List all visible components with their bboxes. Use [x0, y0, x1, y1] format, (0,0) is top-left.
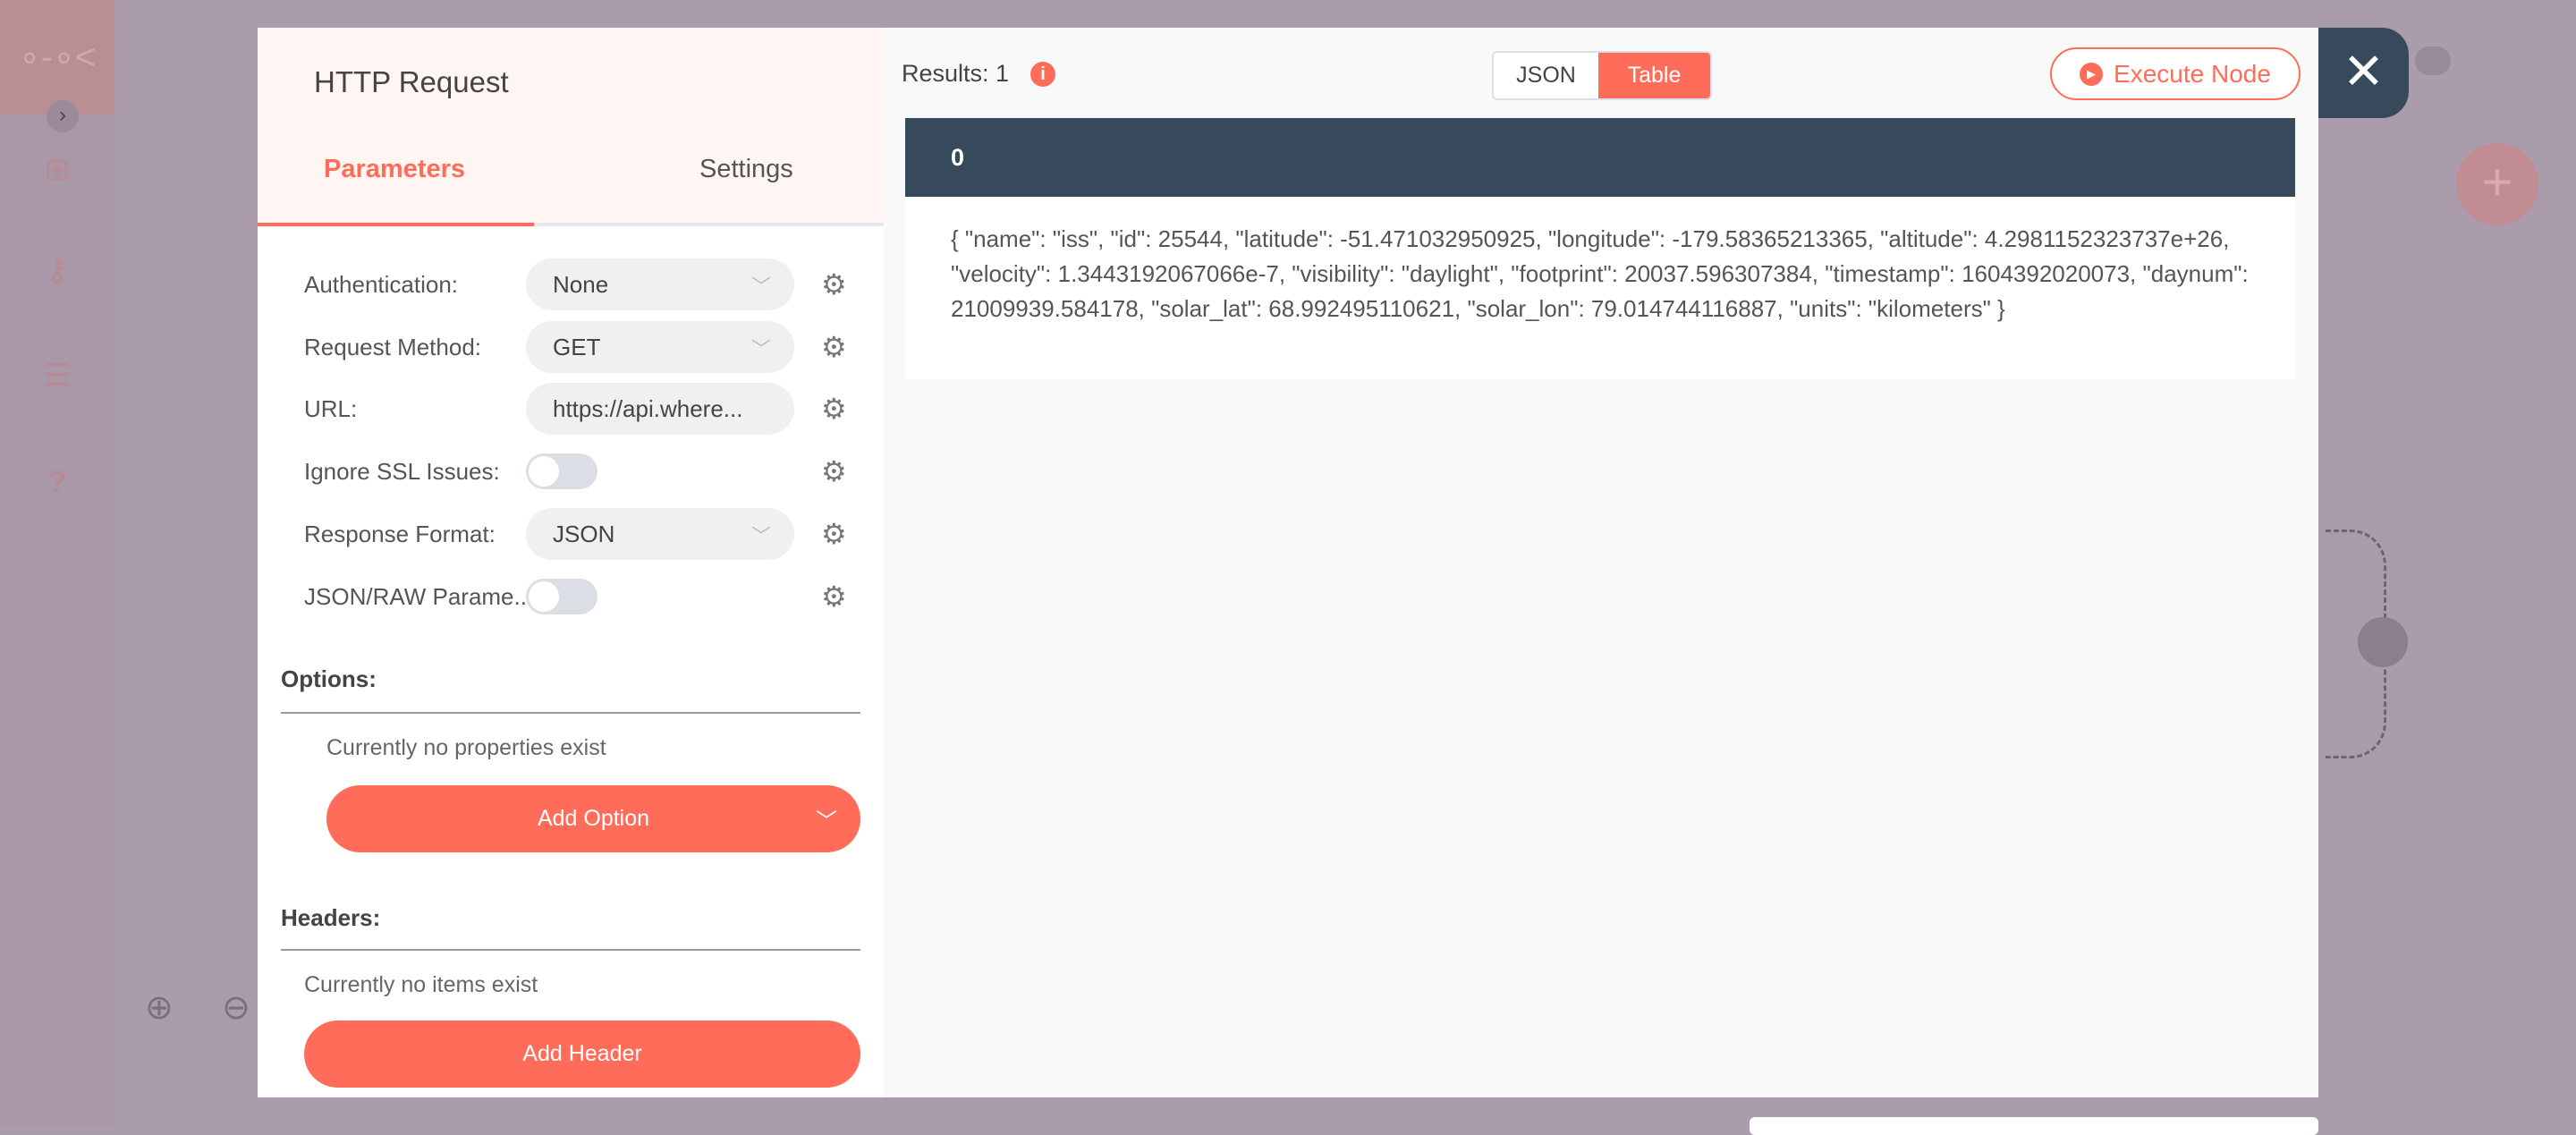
- add-node-button[interactable]: +: [2456, 143, 2538, 225]
- active-tab-indicator: [258, 223, 534, 226]
- json-raw-toggle[interactable]: [526, 579, 597, 614]
- results-count: Results: 1i: [902, 60, 1056, 88]
- help-icon[interactable]: ?: [39, 465, 75, 501]
- divider: [281, 949, 860, 951]
- executions-list-icon[interactable]: ☰: [39, 358, 75, 394]
- param-url: URL: https://api.where... ⚙: [304, 383, 859, 435]
- gear-icon[interactable]: ⚙: [821, 392, 847, 426]
- request-method-select[interactable]: GET ﹀: [526, 321, 794, 373]
- execute-node-button[interactable]: ▶ Execute Node: [2050, 47, 2301, 100]
- gear-icon[interactable]: ⚙: [821, 330, 847, 364]
- n8n-logo[interactable]: ∘-∘<: [0, 0, 114, 114]
- chevron-down-icon: ﹀: [750, 338, 771, 360]
- node-handle[interactable]: [2358, 617, 2408, 667]
- headers-empty-text: Currently no items exist: [304, 972, 538, 997]
- gear-icon[interactable]: ⚙: [821, 267, 847, 301]
- node-title[interactable]: HTTP Request: [314, 65, 509, 99]
- table-view-button[interactable]: Table: [1598, 53, 1710, 98]
- add-header-button[interactable]: Add Header: [304, 1021, 860, 1088]
- zoom-out-icon[interactable]: ⊖: [222, 987, 261, 1027]
- response-format-select[interactable]: JSON ﹀: [526, 508, 794, 560]
- play-icon: ▶: [2080, 62, 2104, 86]
- param-response-format: Response Format: JSON ﹀ ⚙: [304, 508, 859, 560]
- options-empty-text: Currently no properties exist: [326, 735, 606, 760]
- chevron-down-icon: ﹀: [750, 525, 771, 547]
- options-heading: Options:: [281, 665, 377, 692]
- output-panel: Results: 1i JSON Table ▶ Execute Node 0 {…: [884, 28, 2318, 1097]
- authentication-select[interactable]: None ﹀: [526, 258, 794, 310]
- param-authentication: Authentication: None ﹀ ⚙: [304, 258, 859, 310]
- chevron-down-icon: ﹀: [750, 275, 771, 298]
- close-button[interactable]: ✕: [2318, 28, 2409, 118]
- table-header: 0: [905, 118, 2295, 197]
- param-request-method: Request Method: GET ﹀ ⚙: [304, 321, 859, 373]
- gear-icon[interactable]: ⚙: [821, 454, 847, 488]
- parameters-panel: HTTP Request Parameters Settings Authent…: [258, 28, 884, 1097]
- expand-sidebar-button[interactable]: ›: [47, 100, 79, 132]
- param-json-raw: JSON/RAW Parame... ⚙: [304, 579, 847, 614]
- json-view-button[interactable]: JSON: [1494, 53, 1598, 98]
- sidebar: ∘-∘< › ⊞ ⚷ ☰ ?: [0, 0, 114, 1125]
- gear-icon[interactable]: ⚙: [821, 517, 847, 551]
- zoom-in-icon[interactable]: ⊕: [145, 987, 184, 1027]
- key-icon[interactable]: ⚷: [39, 252, 75, 288]
- view-mode-switch: JSON Table: [1492, 51, 1712, 100]
- info-icon[interactable]: i: [1030, 61, 1056, 87]
- param-ignore-ssl: Ignore SSL Issues: ⚙: [304, 453, 847, 489]
- workflows-icon[interactable]: ⊞: [39, 152, 75, 188]
- chevron-down-icon: ﹀: [816, 809, 837, 834]
- active-toggle[interactable]: [2415, 47, 2451, 75]
- tab-settings[interactable]: Settings: [699, 155, 793, 184]
- url-input[interactable]: https://api.where...: [526, 383, 794, 435]
- tab-parameters[interactable]: Parameters: [324, 155, 465, 184]
- headers-heading: Headers:: [281, 904, 381, 931]
- ignore-ssl-toggle[interactable]: [526, 453, 597, 489]
- divider: [281, 712, 860, 714]
- gear-icon[interactable]: ⚙: [821, 580, 847, 614]
- table-cell: { "name": "iss", "id": 25544, "latitude"…: [905, 197, 2295, 379]
- canvas-node: [1750, 1117, 2318, 1135]
- add-option-button[interactable]: Add Option ﹀: [326, 785, 860, 852]
